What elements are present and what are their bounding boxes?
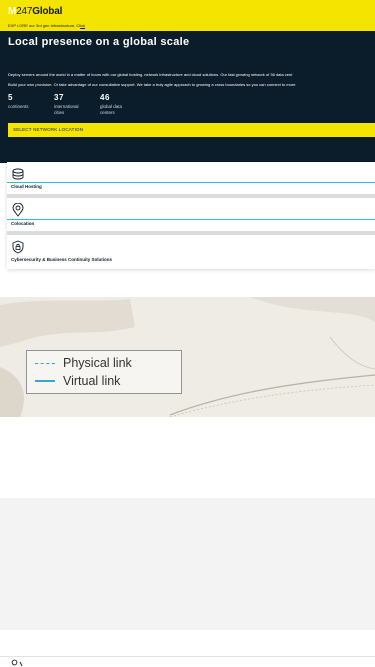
- bottom-toolbar: [0, 656, 375, 667]
- select-network-location-button[interactable]: SELECT NETWORK LOCATION: [8, 123, 375, 137]
- hero-description-secondary: Build your own provision. Or take advant…: [8, 82, 296, 87]
- stat-value: 37: [54, 93, 64, 102]
- logo-letter: M: [8, 6, 17, 17]
- legend-physical-link: Physical link: [35, 356, 132, 370]
- service-label: Colocation: [11, 221, 35, 226]
- location-pin-icon: [12, 203, 24, 217]
- stat-label: global data centers: [100, 104, 123, 115]
- stat-continents: 5 continents: [8, 93, 44, 110]
- network-map[interactable]: Physical link Virtual link: [0, 297, 375, 417]
- service-cybersecurity[interactable]: Cybersecurity & Business Continuity Solu…: [7, 235, 375, 269]
- solid-line-icon: [35, 380, 55, 382]
- legend-virtual-link: Virtual link: [35, 374, 120, 388]
- logo-number: 247: [16, 6, 33, 17]
- service-colocation[interactable]: Colocation: [7, 198, 375, 226]
- cloud-stack-icon: [12, 168, 24, 180]
- dashed-line-icon: [35, 362, 55, 364]
- m247-logo[interactable]: M247Global: [8, 6, 62, 17]
- search-icon[interactable]: [11, 659, 23, 667]
- logo-word: Global: [32, 6, 63, 17]
- legend-label: Virtual link: [63, 374, 121, 388]
- announcement-bar: EXP LORE our 3rd gen Infrastructure, Cli…: [8, 23, 85, 28]
- announcement-text: EXP LORE our 3rd gen Infrastructure, Cl: [8, 23, 81, 28]
- shield-lock-icon: [12, 240, 24, 254]
- services-list: Cloud Hosting Colocation Cybersecurity &…: [7, 162, 375, 269]
- stat-label: international cities: [54, 104, 79, 115]
- service-label: Cybersecurity & Business Continuity Solu…: [11, 257, 113, 262]
- content-section: [0, 498, 375, 630]
- stat-label: continents: [8, 104, 29, 109]
- hero-description: Deploy servers around the world in a mat…: [8, 72, 293, 77]
- service-label: Cloud Hosting: [11, 184, 42, 189]
- service-cloud-hosting[interactable]: Cloud Hosting: [7, 162, 375, 189]
- legend-label: Physical link: [63, 356, 132, 370]
- stat-value: 46: [100, 93, 110, 102]
- stat-cities: 37 international cities: [54, 93, 90, 115]
- hero-section: Local presence on a global scale Deploy …: [0, 31, 375, 163]
- announcement-link[interactable]: ick: [80, 23, 85, 28]
- stat-value: 5: [8, 93, 13, 102]
- hero-title: Local presence on a global scale: [8, 36, 190, 48]
- map-legend: Physical link Virtual link: [26, 350, 182, 394]
- top-header: M247Global EXP LORE our 3rd gen Infrastr…: [0, 0, 375, 31]
- stat-data-centers: 46 global data centers: [100, 93, 136, 115]
